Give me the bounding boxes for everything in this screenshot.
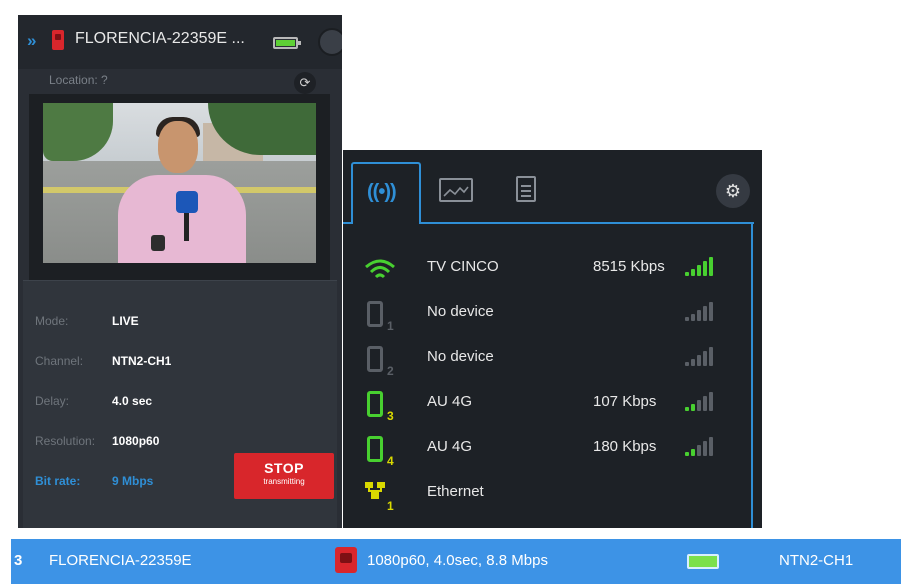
tab-logs[interactable]: [498, 162, 568, 224]
connection-row-modem-2[interactable]: 2 No device: [343, 340, 751, 384]
connection-row-modem-1[interactable]: 1 No device: [343, 295, 751, 339]
battery-icon: [273, 37, 301, 49]
app-root: » FLORENCIA-22359E ... Location: ? ⟳ Mod…: [0, 0, 901, 584]
connection-row-modem-4[interactable]: 4 AU 4G 180 Kbps: [343, 430, 751, 474]
connection-rate: 180 Kbps: [593, 438, 657, 455]
device-header: » FLORENCIA-22359E ...: [18, 15, 342, 69]
video-preview-frame: [29, 94, 330, 282]
signal-strength-icon: [685, 344, 721, 366]
transmitter-unit-icon: [335, 547, 357, 573]
connection-name: AU 4G: [427, 393, 473, 410]
signal-strength-icon: [685, 254, 721, 276]
connection-name: Ethernet: [427, 483, 484, 500]
antenna-icon: ((•)): [367, 181, 397, 203]
device-menu-button[interactable]: [318, 28, 342, 56]
transmitter-unit-icon: [52, 30, 64, 50]
ethernet-icon: 1: [363, 481, 397, 515]
connection-name: No device: [427, 348, 494, 365]
gear-icon[interactable]: ⚙: [716, 174, 750, 208]
chart-icon: [439, 178, 473, 202]
phone-icon: 2: [363, 346, 397, 380]
stop-button-label: STOP: [264, 460, 304, 476]
resolution-value: 1080p60: [112, 434, 160, 448]
channel-name: NTN2-CH1: [779, 552, 854, 569]
tab-statistics[interactable]: [423, 162, 493, 224]
device-name: FLORENCIA-22359E ...: [75, 30, 245, 47]
connections-panel: ((•)) ⚙ TV CINCO 8515 Kbps 1 No device 2…: [343, 150, 762, 528]
battery-icon: [687, 554, 719, 569]
signal-strength-icon: [685, 389, 721, 411]
signal-strength-icon: [685, 434, 721, 456]
video-preview: [43, 103, 316, 263]
transmission-info: Mode: LIVE Channel: NTN2-CH1 Delay: 4.0 …: [23, 280, 337, 528]
tab-interfaces[interactable]: ((•)): [351, 162, 421, 224]
document-icon: [516, 176, 536, 202]
connection-rate: 107 Kbps: [593, 393, 657, 410]
connection-name: No device: [427, 303, 494, 320]
signal-strength-icon: [685, 299, 721, 321]
stop-button-sublabel: transmitting: [263, 477, 305, 486]
mode-label: Mode:: [35, 314, 69, 328]
stop-transmitting-button[interactable]: STOP transmitting: [234, 453, 334, 499]
device-panel: » FLORENCIA-22359E ... Location: ? ⟳ Mod…: [18, 15, 342, 528]
channel-value: NTN2-CH1: [112, 354, 172, 368]
phone-icon: 3: [363, 391, 397, 425]
connection-name: TV CINCO: [427, 258, 499, 275]
connection-row-modem-3[interactable]: 3 AU 4G 107 Kbps: [343, 385, 751, 429]
bitrate-label: Bit rate:: [35, 474, 81, 488]
mode-value: LIVE: [112, 314, 139, 328]
connection-name: AU 4G: [427, 438, 473, 455]
connection-rate: 8515 Kbps: [593, 258, 665, 275]
location-label: Location: ?: [49, 73, 108, 87]
unit-name: FLORENCIA-22359E: [49, 552, 192, 569]
status-bar[interactable]: 3 FLORENCIA-22359E 1080p60, 4.0sec, 8.8 …: [11, 539, 901, 584]
bitrate-value: 9 Mbps: [112, 474, 154, 488]
unit-index: 3: [14, 552, 23, 569]
delay-value: 4.0 sec: [112, 394, 153, 408]
phone-icon: 4: [363, 436, 397, 470]
phone-icon: 1: [363, 301, 397, 335]
connection-row-wifi[interactable]: TV CINCO 8515 Kbps: [343, 250, 751, 294]
expand-chevron-icon[interactable]: »: [27, 31, 36, 51]
channel-label: Channel:: [35, 354, 84, 368]
resolution-label: Resolution:: [35, 434, 96, 448]
wifi-icon: [363, 256, 397, 290]
refresh-icon[interactable]: ⟳: [294, 72, 316, 94]
delay-label: Delay:: [35, 394, 70, 408]
connection-row-ethernet[interactable]: 1 Ethernet: [343, 475, 751, 519]
tab-bar: ((•)) ⚙: [343, 150, 762, 224]
stream-stats: 1080p60, 4.0sec, 8.8 Mbps: [367, 552, 548, 569]
